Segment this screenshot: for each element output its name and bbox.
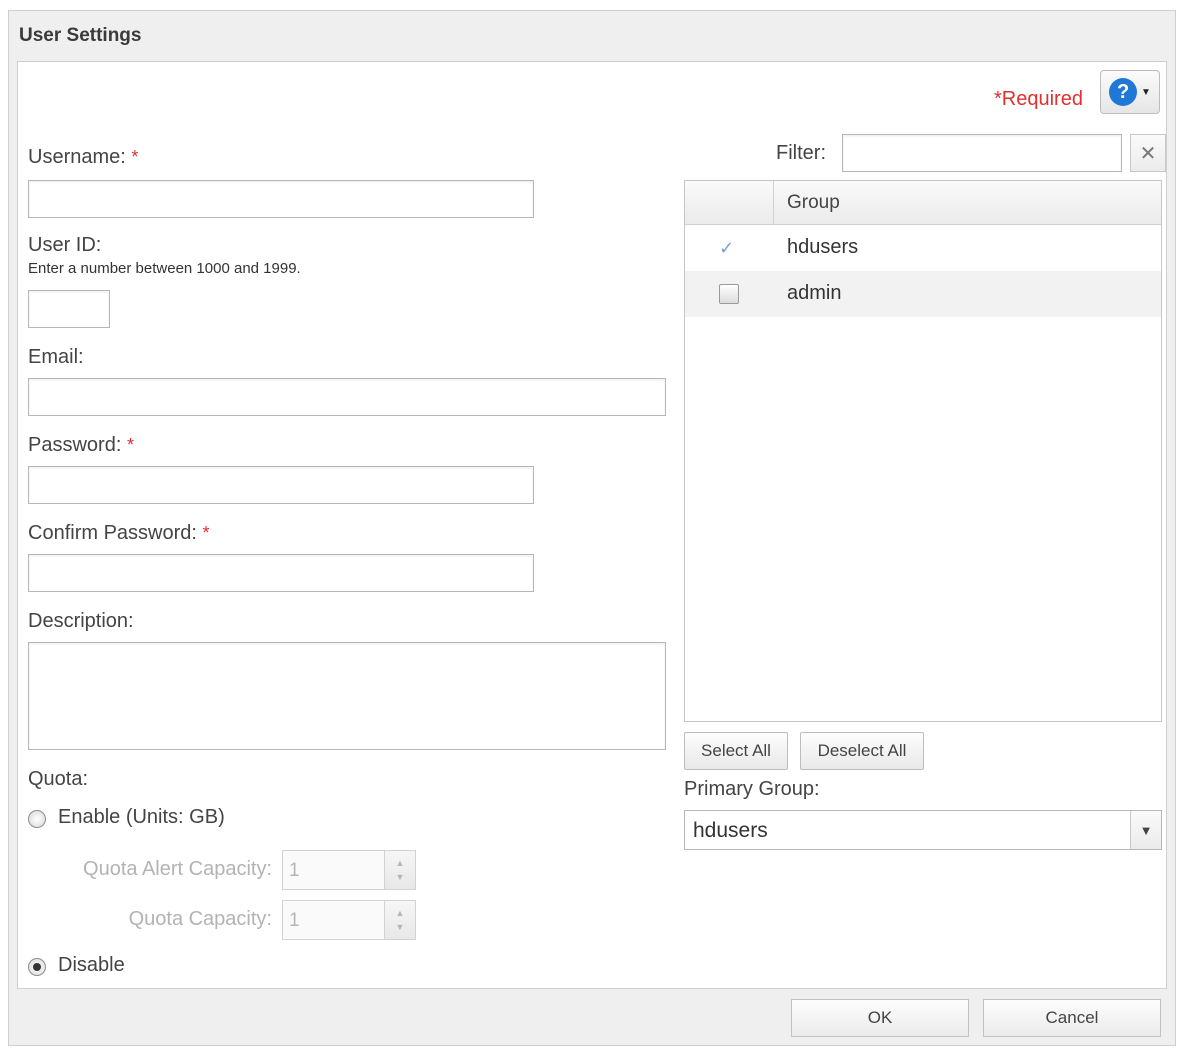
username-label: Username: *	[28, 146, 139, 168]
row-checkbox[interactable]	[719, 284, 739, 304]
description-label: Description:	[28, 610, 134, 632]
password-input[interactable]	[28, 466, 534, 504]
help-button[interactable]: ? ▼	[1100, 70, 1160, 114]
filter-input[interactable]	[842, 134, 1122, 172]
quota-label: Quota:	[28, 768, 89, 790]
check-icon[interactable]: ✓	[719, 238, 739, 258]
group-name: admin	[787, 282, 842, 304]
primary-group-select[interactable]: hdusers ▼	[684, 810, 1162, 850]
user-id-label: User ID:	[28, 234, 102, 256]
primary-group-label: Primary Group:	[684, 778, 820, 800]
chevron-down-icon: ▼	[1141, 86, 1151, 98]
ok-button[interactable]: OK	[791, 999, 969, 1037]
required-marker: *	[126, 435, 134, 455]
required-note: *Required	[994, 88, 1083, 110]
close-icon: ✕	[1139, 142, 1157, 165]
column-divider	[773, 181, 774, 224]
primary-group-value: hdusers	[693, 819, 768, 842]
quota-disable-radio[interactable]	[28, 958, 46, 976]
select-all-button[interactable]: Select All	[684, 732, 788, 770]
quota-enable-label[interactable]: Enable (Units: GB)	[58, 806, 225, 829]
username-input[interactable]	[28, 180, 534, 218]
chevron-up-icon[interactable]: ▲	[396, 856, 405, 870]
dialog-content: *Required ? ▼ Username: * User ID: Enter…	[17, 61, 1167, 989]
user-id-input[interactable]	[28, 290, 110, 328]
email-label: Email:	[28, 346, 84, 368]
stepper-buttons[interactable]: ▲ ▼	[384, 901, 415, 939]
confirm-password-label: Confirm Password: *	[28, 522, 210, 544]
help-icon: ?	[1109, 78, 1138, 106]
chevron-up-icon[interactable]: ▲	[396, 906, 405, 920]
email-input[interactable]	[28, 378, 666, 416]
confirm-password-input[interactable]	[28, 554, 534, 592]
chevron-down-icon[interactable]: ▼	[1130, 811, 1161, 849]
group-table-header: Group	[685, 181, 1161, 225]
group-column-header[interactable]: Group	[787, 192, 840, 214]
required-marker: *	[202, 523, 210, 543]
table-row[interactable]: admin	[685, 271, 1161, 317]
dialog-title: User Settings	[19, 25, 142, 46]
required-marker: *	[131, 147, 139, 167]
group-name: hdusers	[787, 236, 859, 258]
quota-capacity-stepper[interactable]: 1 ▲ ▼	[282, 900, 416, 940]
quota-alert-capacity-stepper[interactable]: 1 ▲ ▼	[282, 850, 416, 890]
quota-capacity-label: Quota Capacity:	[128, 908, 272, 930]
description-textarea[interactable]	[28, 642, 666, 750]
deselect-all-button[interactable]: Deselect All	[800, 732, 924, 770]
group-table: Group ✓ hdusers admin	[684, 180, 1162, 722]
chevron-down-icon[interactable]: ▼	[396, 920, 405, 934]
stepper-buttons[interactable]: ▲ ▼	[384, 851, 415, 889]
quota-alert-capacity-value: 1	[289, 860, 300, 881]
user-settings-dialog: User Settings *Required ? ▼ Username: * …	[8, 10, 1176, 1046]
password-label: Password: *	[28, 434, 134, 456]
quota-alert-capacity-label: Quota Alert Capacity:	[83, 858, 272, 880]
quota-capacity-value: 1	[289, 910, 300, 931]
clear-filter-button[interactable]: ✕	[1130, 134, 1166, 172]
filter-label: Filter:	[776, 142, 826, 164]
quota-enable-radio[interactable]	[28, 810, 46, 828]
cancel-button[interactable]: Cancel	[983, 999, 1161, 1037]
quota-disable-label[interactable]: Disable	[58, 954, 125, 977]
chevron-down-icon[interactable]: ▼	[396, 870, 405, 884]
user-id-hint: Enter a number between 1000 and 1999.	[28, 260, 301, 277]
table-row[interactable]: ✓ hdusers	[685, 225, 1161, 271]
